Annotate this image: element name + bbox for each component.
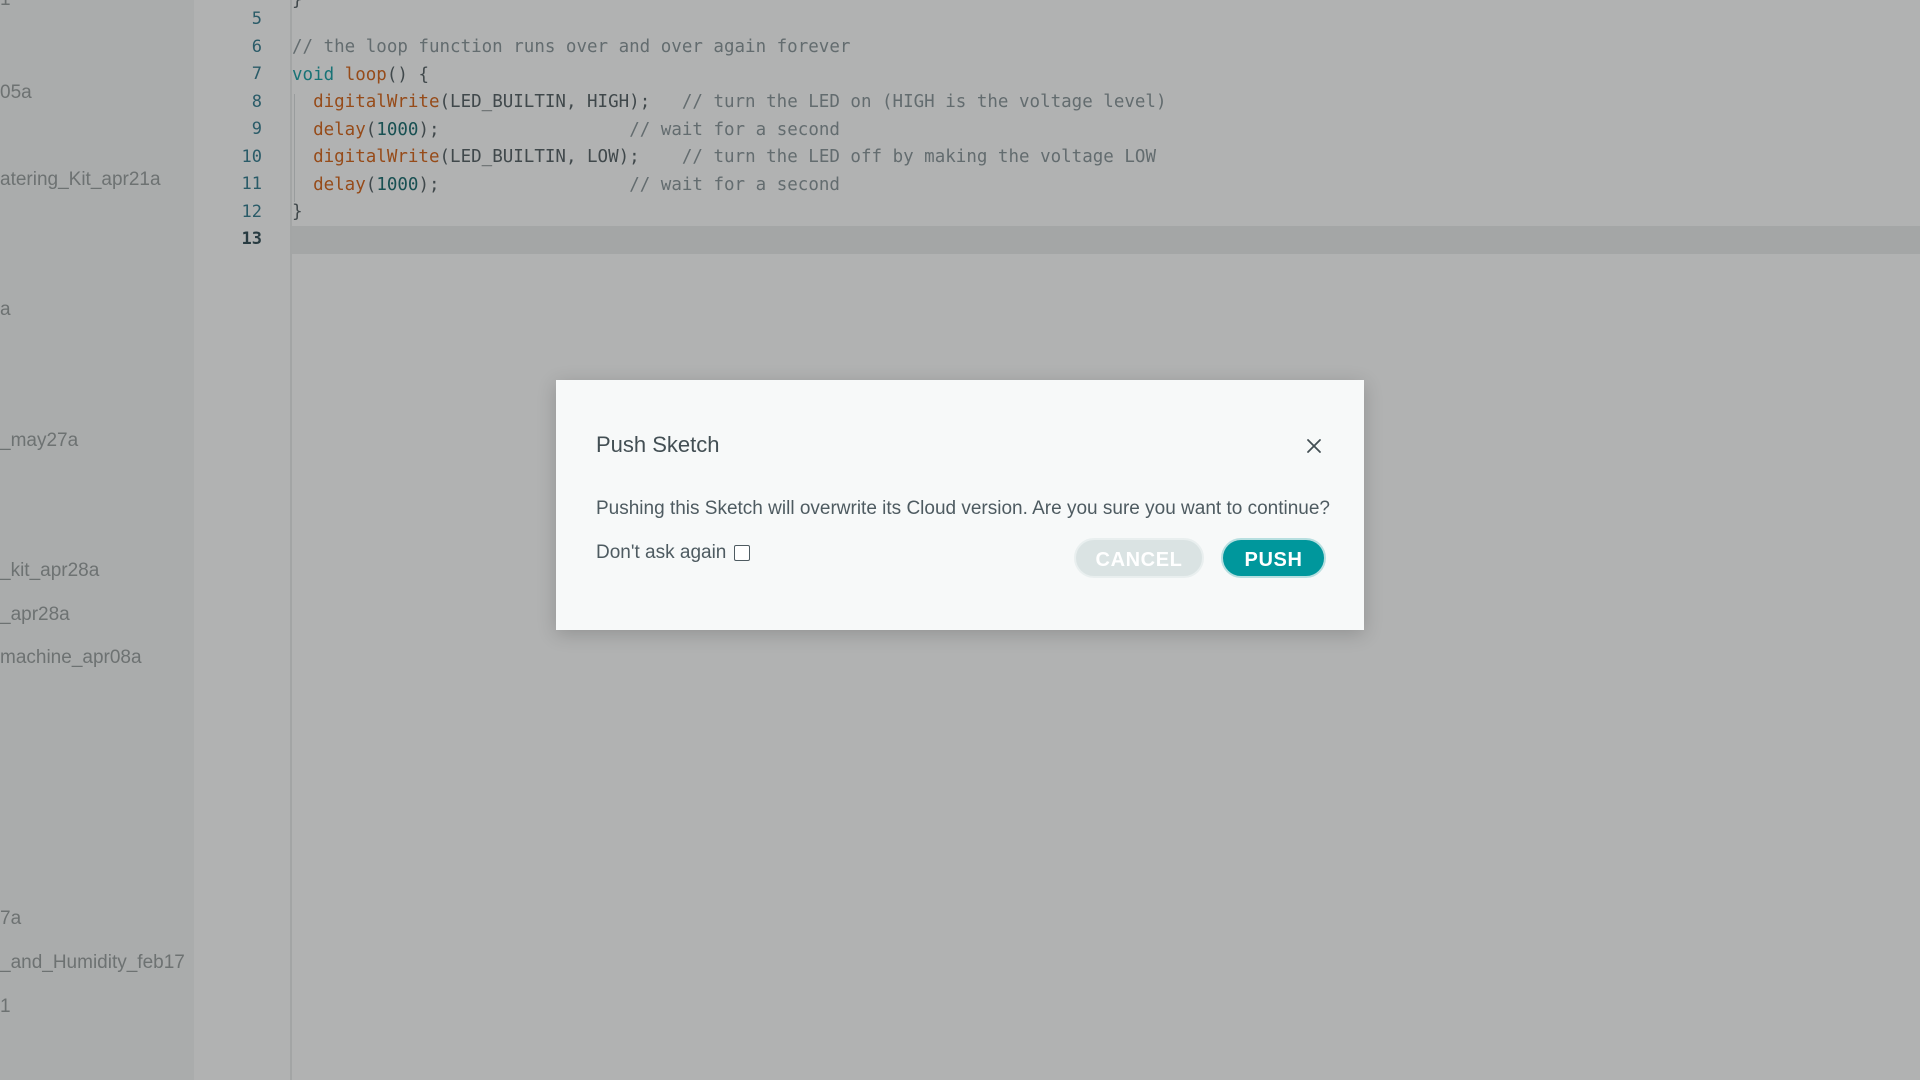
app-window: 1 05a atering_Kit_apr21a a _may27a _kit_…: [0, 0, 1920, 1080]
push-button[interactable]: PUSH: [1221, 538, 1326, 578]
dialog-message: Pushing this Sketch will overwrite its C…: [596, 498, 1330, 519]
close-button[interactable]: [1300, 432, 1328, 460]
dont-ask-again-checkbox[interactable]: [734, 545, 751, 561]
dont-ask-again-label: Don't ask again: [596, 542, 727, 563]
dont-ask-again-row: Don't ask again: [596, 542, 751, 564]
close-icon: [1307, 439, 1321, 453]
cancel-button[interactable]: CANCEL: [1074, 538, 1204, 578]
push-sketch-dialog: Push Sketch Pushing this Sketch will ove…: [556, 380, 1364, 630]
dialog-title: Push Sketch: [596, 432, 720, 457]
